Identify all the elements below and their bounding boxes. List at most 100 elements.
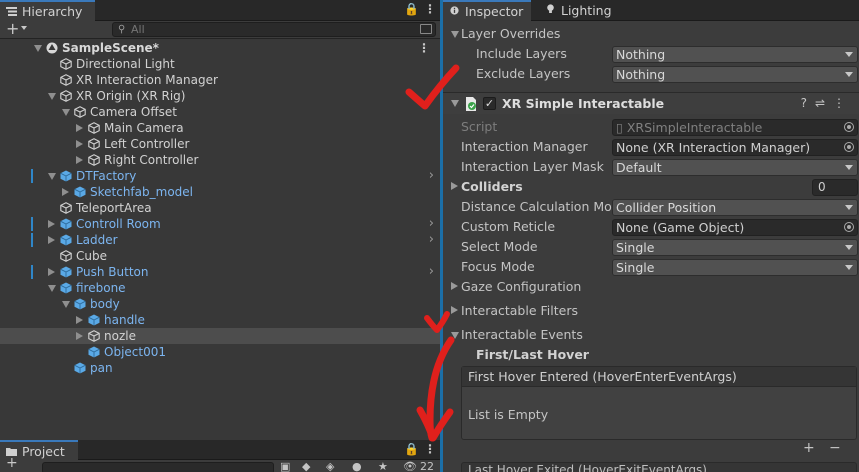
chevron-right-icon[interactable]: ›: [429, 168, 434, 184]
tab-inspector[interactable]: Inspector: [443, 0, 531, 21]
layer-overrides-foldout[interactable]: Layer Overrides: [443, 24, 859, 44]
include-layers-dropdown[interactable]: Nothing: [612, 46, 858, 63]
tab-lighting[interactable]: Lighting: [539, 0, 619, 21]
foldout-closed-icon[interactable]: [451, 282, 458, 290]
hierarchy-row[interactable]: Camera Offset: [0, 104, 440, 120]
remove-listener-button[interactable]: −: [829, 440, 841, 456]
hierarchy-row[interactable]: Cube: [0, 248, 440, 264]
select-mode-value: Single: [616, 240, 655, 255]
hierarchy-row[interactable]: DTFactory ›: [0, 168, 440, 184]
hierarchy-row[interactable]: nozle: [0, 328, 440, 344]
exclude-layers-dropdown[interactable]: Nothing: [612, 66, 858, 83]
hierarchy-row[interactable]: TeleportArea: [0, 200, 440, 216]
hierarchy-row[interactable]: pan: [0, 360, 440, 376]
hierarchy-row[interactable]: Sketchfab_model: [0, 184, 440, 200]
foldout-closed-icon[interactable]: [76, 316, 83, 324]
warning-icon[interactable]: ●: [352, 460, 362, 472]
interactable-filters-foldout[interactable]: Interactable Filters: [443, 301, 859, 321]
tab-hierarchy[interactable]: Hierarchy: [0, 0, 95, 21]
foldout-open-icon[interactable]: [62, 109, 70, 116]
foldout-closed-icon[interactable]: [48, 220, 55, 228]
layer-mask-dropdown[interactable]: Default: [612, 159, 858, 176]
foldout-open-icon[interactable]: [34, 45, 42, 52]
more-options-icon[interactable]: ⋮: [424, 2, 436, 16]
foldout-closed-icon[interactable]: [451, 182, 458, 190]
script-field[interactable]: ▯ XRSimpleInteractable: [612, 119, 858, 136]
more-options-icon[interactable]: ⋮: [833, 96, 853, 110]
foldout-closed-icon[interactable]: [76, 124, 83, 132]
add-listener-button[interactable]: +: [803, 440, 815, 456]
distance-mode-dropdown[interactable]: Collider Position: [612, 199, 858, 216]
foldout-open-icon[interactable]: [451, 31, 459, 38]
foldout-closed-icon[interactable]: [451, 306, 458, 314]
chevron-right-icon[interactable]: ›: [429, 264, 434, 280]
foldout-closed-icon[interactable]: [76, 140, 83, 148]
hierarchy-row[interactable]: Ladder ›: [0, 232, 440, 248]
distance-mode-label: Distance Calculation Mode: [461, 199, 612, 214]
interaction-manager-field[interactable]: None (XR Interaction Manager): [612, 139, 858, 156]
hierarchy-search[interactable]: ⚲: [112, 22, 436, 37]
hierarchy-row[interactable]: Object001: [0, 344, 440, 360]
foldout-open-icon[interactable]: [48, 93, 56, 100]
more-options-icon[interactable]: ⋮: [424, 442, 436, 456]
prefab-cube-icon: [88, 314, 100, 326]
layer-mask-label: Interaction Layer Mask: [461, 159, 604, 174]
object-picker-icon[interactable]: [844, 142, 854, 152]
object-picker-icon[interactable]: [844, 122, 854, 132]
first-last-hover-label: First/Last Hover: [476, 347, 589, 362]
chevron-down-icon[interactable]: [21, 26, 27, 30]
custom-reticle-field[interactable]: None (Game Object): [612, 219, 858, 236]
star-icon[interactable]: ★: [378, 460, 388, 472]
object-picker-icon[interactable]: [844, 222, 854, 232]
foldout-open-icon[interactable]: [48, 285, 56, 292]
help-icon[interactable]: ?: [801, 96, 815, 110]
foldout-open-icon[interactable]: [62, 301, 70, 308]
tag-icon[interactable]: ◈: [326, 460, 334, 472]
hierarchy-row[interactable]: SampleScene* ⋮: [0, 40, 440, 56]
colliders-count-field[interactable]: 0: [812, 179, 858, 196]
presets-icon[interactable]: ⇌: [815, 96, 833, 110]
hierarchy-row[interactable]: body: [0, 296, 440, 312]
foldout-closed-icon[interactable]: [48, 268, 55, 276]
foldout-closed-icon[interactable]: [76, 332, 83, 340]
lock-icon[interactable]: 🔒: [404, 2, 419, 16]
hierarchy-toolbar: + ⚲: [0, 19, 440, 39]
focus-mode-dropdown[interactable]: Single: [612, 259, 858, 276]
foldout-closed-icon[interactable]: [48, 236, 55, 244]
hierarchy-row[interactable]: firebone: [0, 280, 440, 296]
last-hover-exited-header: Last Hover Exited (HoverExitEventArgs): [468, 463, 707, 472]
component-header[interactable]: ✓ XR Simple Interactable ?⇌⋮: [443, 92, 859, 114]
filter-icon[interactable]: [420, 24, 432, 34]
hierarchy-search-input[interactable]: [131, 23, 411, 36]
hierarchy-row[interactable]: Main Camera: [0, 120, 440, 136]
foldout-open-icon[interactable]: [451, 100, 459, 107]
add-object-button[interactable]: +: [6, 19, 19, 38]
hierarchy-row[interactable]: Right Controller: [0, 152, 440, 168]
hierarchy-row[interactable]: Left Controller: [0, 136, 440, 152]
hierarchy-row[interactable]: XR Origin (XR Rig): [0, 88, 440, 104]
chevron-right-icon[interactable]: ›: [429, 216, 434, 232]
more-options-icon[interactable]: ⋮: [418, 40, 430, 56]
add-asset-button[interactable]: +: [6, 455, 18, 471]
hierarchy-row[interactable]: Directional Light: [0, 56, 440, 72]
foldout-closed-icon[interactable]: [76, 156, 83, 164]
hierarchy-row[interactable]: Controll Room ›: [0, 216, 440, 232]
component-enabled-checkbox[interactable]: ✓: [483, 97, 496, 110]
hierarchy-row[interactable]: Push Button ›: [0, 264, 440, 280]
interactable-events-foldout[interactable]: Interactable Events: [443, 325, 859, 345]
hierarchy-row[interactable]: XR Interaction Manager: [0, 72, 440, 88]
hidden-packages-icon[interactable]: 👁: [403, 460, 417, 472]
foldout-open-icon[interactable]: [48, 173, 56, 180]
search-by-type-icon[interactable]: ▣: [280, 460, 290, 472]
gaze-configuration-foldout[interactable]: Gaze Configuration: [443, 277, 859, 297]
project-search-input[interactable]: [42, 462, 274, 472]
layer-overrides-label: Layer Overrides: [461, 26, 561, 41]
foldout-closed-icon[interactable]: [62, 188, 69, 196]
hierarchy-row[interactable]: handle: [0, 312, 440, 328]
lock-icon[interactable]: 🔒: [404, 442, 419, 456]
colliders-row[interactable]: Colliders 0: [443, 177, 859, 197]
chevron-right-icon[interactable]: ›: [429, 232, 434, 248]
select-mode-dropdown[interactable]: Single: [612, 239, 858, 256]
foldout-open-icon[interactable]: [451, 332, 459, 339]
search-by-label-icon[interactable]: ◆: [302, 460, 310, 472]
